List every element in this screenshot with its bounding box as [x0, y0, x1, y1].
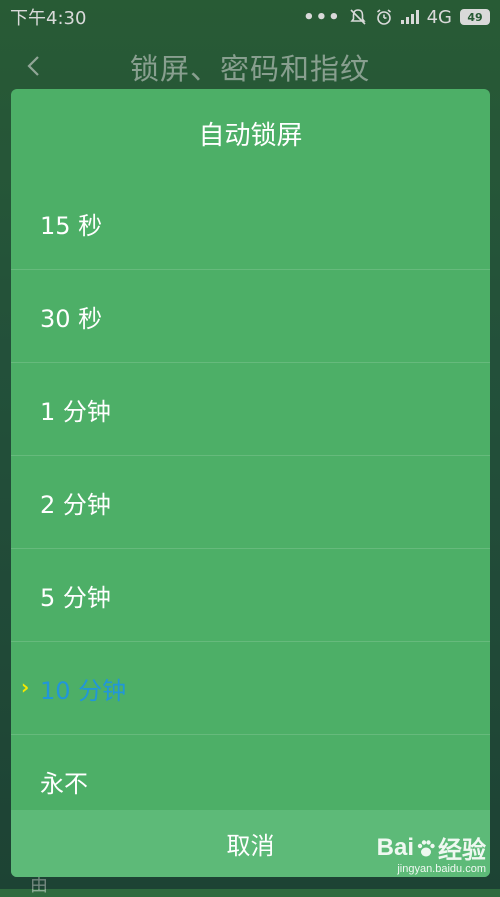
watermark-url: jingyan.baidu.com	[397, 863, 486, 875]
option-10-minutes[interactable]: › 10 分钟	[11, 642, 490, 735]
option-label: 永不	[40, 769, 88, 798]
option-label: 10 分钟	[40, 676, 127, 705]
baidu-jingyan-watermark: Bai 经验 jingyan.baidu.com	[376, 830, 486, 876]
option-label: 30 秒	[40, 304, 103, 333]
option-label: 5 分钟	[40, 583, 111, 612]
option-label: 15 秒	[40, 211, 103, 240]
watermark-logo: Bai 经验	[376, 833, 486, 865]
auto-lock-dialog: 自动锁屏 15 秒 30 秒 1 分钟 2 分钟 5 分钟 › 10 分钟 永不…	[11, 89, 490, 877]
option-label: 2 分钟	[40, 490, 111, 519]
option-1-minute[interactable]: 1 分钟	[11, 363, 490, 456]
option-15-seconds[interactable]: 15 秒	[11, 177, 490, 270]
option-5-minutes[interactable]: 5 分钟	[11, 549, 490, 642]
dialog-title: 自动锁屏	[198, 120, 303, 151]
baidu-paw-icon	[417, 839, 435, 856]
option-label: 1 分钟	[40, 397, 111, 426]
option-2-minutes[interactable]: 2 分钟	[11, 456, 490, 549]
selected-chevron-icon: ›	[21, 674, 30, 699]
option-30-seconds[interactable]: 30 秒	[11, 270, 490, 363]
